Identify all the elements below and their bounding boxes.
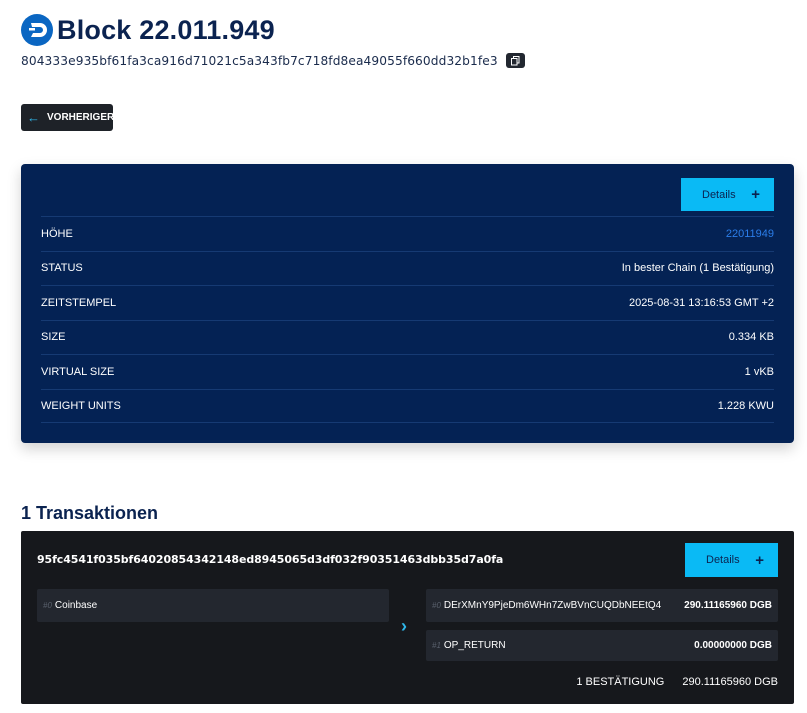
output-index: #0: [432, 601, 441, 610]
digibyte-logo-icon: [21, 14, 53, 46]
previous-label: VORHERIGER: [47, 112, 115, 123]
output-address: OP_RETURN: [443, 640, 506, 651]
info-value: 2025-08-31 13:16:53 GMT +2: [628, 296, 774, 309]
details-label: Details: [706, 554, 740, 566]
info-row-weight-units: WEIGHT UNITS 1.228 KWU: [41, 388, 774, 423]
info-label: VIRTUAL SIZE: [41, 365, 115, 378]
transaction-footer: 1 BESTÄTIGUNG 290.11165960 DGB: [576, 676, 778, 688]
info-row-status: STATUS In bester Chain (1 Bestätigung): [41, 250, 774, 286]
block-height-link[interactable]: 22011949: [726, 228, 774, 240]
info-label: STATUS: [41, 262, 83, 275]
info-row-virtual-size: VIRTUAL SIZE 1 vKB: [41, 354, 774, 389]
copy-hash-button[interactable]: [505, 53, 525, 68]
info-row-size: SIZE 0.334 KB: [41, 319, 774, 355]
transactions-heading: 1 Transaktionen: [21, 503, 159, 523]
confirmations-badge: 1 BESTÄTIGUNG: [576, 676, 665, 688]
details-label: Details: [702, 188, 736, 201]
output-item: #0 DErXMnY9PjeDm6WHn7ZwBVnCUQDbNEEtQ4 29…: [426, 589, 778, 622]
output-address-link[interactable]: DErXMnY9PjeDm6WHn7ZwBVnCUQDbNEEtQ4: [444, 600, 661, 611]
block-info-table: HÖHE 22011949 STATUS In bester Chain (1 …: [41, 216, 774, 423]
chevron-right-icon: ›: [401, 616, 407, 636]
title-row: Block 22.011.949: [21, 14, 525, 46]
block-info-card: Details + HÖHE 22011949 STATUS In bester…: [21, 164, 794, 443]
info-row-timestamp: ZEITSTEMPEL 2025-08-31 13:16:53 GMT +2: [41, 285, 774, 320]
page-title: Block 22.011.949: [57, 14, 275, 45]
copy-icon: [510, 55, 520, 65]
page-header: Block 22.011.949 804333e935bf61fa3ca916d…: [21, 14, 525, 68]
output-item: #1 OP_RETURN 0.00000000 DGB: [426, 630, 778, 661]
input-label: Coinbase: [54, 600, 98, 611]
info-label: HÖHE: [41, 227, 73, 240]
input-coinbase: #0 Coinbase: [37, 589, 389, 622]
info-label: WEIGHT UNITS: [41, 399, 121, 412]
info-label: ZEITSTEMPEL: [41, 296, 117, 309]
input-index: #0: [43, 601, 52, 610]
arrow-left-icon: ←: [27, 110, 40, 125]
output-amount: 290.11165960 DGB: [684, 600, 772, 611]
info-value: 1.228 KWU: [717, 399, 774, 412]
info-value: 0.334 KB: [728, 331, 774, 344]
plus-icon: +: [751, 186, 760, 203]
block-details-button[interactable]: Details +: [681, 178, 774, 211]
transaction-card: 95fc4541f035bf64020854342148ed8945065d3d…: [21, 531, 794, 704]
transaction-details-button[interactable]: Details +: [685, 543, 778, 577]
previous-block-button[interactable]: ← VORHERIGER: [21, 104, 115, 131]
transaction-id-link[interactable]: 95fc4541f035bf64020854342148ed8945065d3d…: [37, 553, 503, 566]
info-value: 1 vKB: [744, 365, 774, 378]
transaction-total: 290.11165960 DGB: [682, 676, 778, 688]
block-hash-row: 804333e935bf61fa3ca916d71021c5a343fb7c71…: [21, 53, 525, 68]
output-index: #1: [432, 641, 441, 650]
plus-icon: +: [755, 551, 764, 569]
info-value: In bester Chain (1 Bestätigung): [621, 262, 774, 275]
output-amount: 0.00000000 DGB: [694, 640, 772, 651]
info-label: SIZE: [41, 331, 66, 344]
block-hash: 804333e935bf61fa3ca916d71021c5a343fb7c71…: [21, 53, 498, 68]
info-row-height: HÖHE 22011949: [41, 216, 774, 251]
